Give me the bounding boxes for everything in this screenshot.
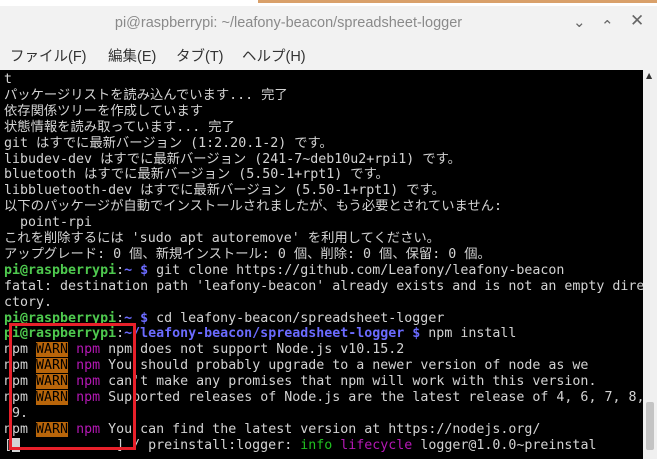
- terminal-text: t: [4, 72, 13, 87]
- menu-tab[interactable]: タブ(T): [176, 45, 224, 66]
- title-bar: pi@raspberrypi: ~/leafony-beacon/spreads…: [0, 6, 657, 40]
- terminal-text: libbluetooth-dev はすでに最新バージョン (5.50-1+rpt…: [4, 183, 445, 199]
- terminal-line: fatal: destination path 'leafony-beacon'…: [4, 279, 643, 295]
- terminal-text: pi@raspberrypi: [4, 262, 117, 278]
- close-icon[interactable]: ✕: [630, 11, 644, 31]
- terminal-line: ctory.: [4, 295, 52, 311]
- terminal-line: pi@raspberrypi:~ $ git clone https://git…: [4, 263, 564, 279]
- terminal-text: git はすでに最新バージョン (1:2.20.1-2) です。: [4, 135, 333, 151]
- terminal-line: libbluetooth-dev はすでに最新バージョン (5.50-1+rpt…: [4, 183, 445, 199]
- terminal-line: point-rpi: [4, 215, 92, 231]
- terminal-text: ctory.: [4, 294, 53, 310]
- terminal-text: cd leafony-beacon/spreadsheet-logger: [148, 310, 445, 326]
- terminal-line: パッケージリストを読み込んでいます... 完了: [4, 88, 288, 104]
- terminal-text: 状態情報を読み取っています... 完了: [4, 119, 235, 135]
- terminal-text: lifecycle: [340, 437, 413, 453]
- terminal-line: アップグレード: 0 個、新規インストール: 0 個、削除: 0 個、保留: 0…: [4, 247, 491, 263]
- terminal-text: info: [300, 437, 333, 453]
- terminal-text: :: [116, 262, 125, 278]
- terminal-text: これを削除するには 'sudo apt autoremove' を利用してくださ…: [4, 231, 440, 246]
- highlight-box: [9, 323, 136, 450]
- terminal-text: アップグレード: 0 個、新規インストール: 0 個、削除: 0 個、保留: 0…: [4, 246, 491, 262]
- terminal-text: パッケージリストを読み込んでいます... 完了: [4, 87, 288, 103]
- terminal-line: git はすでに最新バージョン (1:2.20.1-2) です。: [4, 136, 333, 152]
- terminal-text: can't make any promises that npm will wo…: [100, 374, 597, 390]
- terminal-line: 依存関係ツリーを作成しています: [4, 104, 203, 120]
- terminal-text: npm install: [420, 326, 517, 342]
- terminal-text: ~/leafony-beacon/spreadsheet-logger $: [124, 326, 421, 342]
- terminal-text: Supported releases of Node.js are the la…: [100, 390, 643, 405]
- terminal-text: logger@1.0.0~preinstal: [412, 437, 597, 453]
- scrollbar-thumb[interactable]: [646, 402, 654, 450]
- terminal-line: これを削除するには 'sudo apt autoremove' を利用してくださ…: [4, 231, 440, 247]
- scrollbar[interactable]: ▲: [643, 70, 657, 459]
- terminal-text: ~ $: [124, 262, 149, 278]
- terminal-line: t: [4, 72, 12, 88]
- chevron-down-icon[interactable]: ⌄: [573, 13, 586, 31]
- terminal-text: bluetooth はすでに最新バージョン (5.50-1+rpt1) です。: [4, 167, 389, 183]
- terminal-line: bluetooth はすでに最新バージョン (5.50-1+rpt1) です。: [4, 167, 389, 183]
- terminal-text: point-rpi: [4, 215, 93, 231]
- window-title: pi@raspberrypi: ~/leafony-beacon/spreads…: [114, 15, 463, 31]
- menu-file[interactable]: ファイル(F): [10, 45, 87, 66]
- terminal-text: git clone https://github.com/Leafony/lea…: [148, 262, 565, 278]
- terminal-text: npm does not support Node.js v10.15.2: [100, 342, 405, 358]
- menu-help[interactable]: ヘルプ(H): [242, 45, 306, 66]
- terminal-text: fatal: destination path 'leafony-beacon'…: [4, 278, 643, 294]
- menu-edit[interactable]: 編集(E): [108, 45, 156, 66]
- terminal-line: 状態情報を読み取っています... 完了: [4, 120, 235, 136]
- terminal-line: 以下のパッケージが自動でインストールされましたが、もう必要とされていません:: [4, 199, 502, 215]
- terminal-text: libudev-dev はすでに最新バージョン (241-7~deb10u2+r…: [4, 151, 461, 167]
- terminal-text: You should probably upgrade to a newer v…: [100, 358, 589, 374]
- terminal-text: 依存関係ツリーを作成しています: [4, 103, 204, 119]
- terminal-text: You can find the latest version at https…: [100, 421, 541, 437]
- menu-bar: ファイル(F) 編集(E) タブ(T) ヘルプ(H): [0, 40, 657, 70]
- chevron-up-icon[interactable]: ⌃: [601, 17, 614, 35]
- terminal-line: libudev-dev はすでに最新バージョン (241-7~deb10u2+r…: [4, 152, 461, 168]
- terminal-text: 以下のパッケージが自動でインストールされましたが、もう必要とされていません:: [4, 199, 502, 215]
- scroll-up-icon[interactable]: ▲: [646, 71, 652, 80]
